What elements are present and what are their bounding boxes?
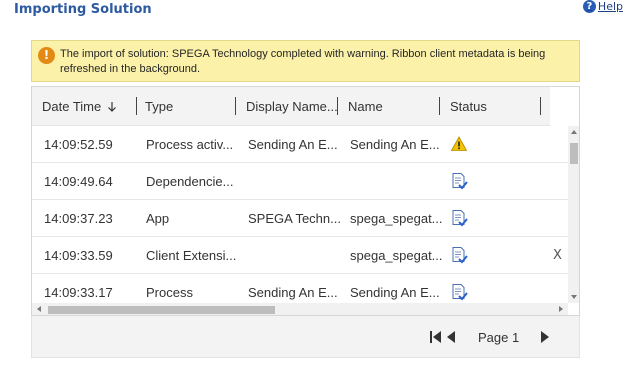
cell-name: spega_spegat...: [350, 211, 443, 226]
previous-page-icon[interactable]: [446, 330, 456, 344]
success-doc-icon[interactable]: [450, 209, 468, 227]
scroll-up-arrow-icon[interactable]: [571, 130, 577, 134]
warning-icon[interactable]: [450, 135, 468, 153]
cell-type: Process: [146, 285, 193, 300]
column-header-display-name[interactable]: Display Name...: [246, 99, 338, 114]
page-indicator: Page 1: [478, 330, 520, 345]
cell-type: App: [146, 211, 170, 226]
table-row[interactable]: 14:09:37.23 App SPEGA Techn... spega_spe…: [32, 200, 568, 237]
cell-date-time: 14:09:33.17: [44, 285, 113, 300]
column-header-status[interactable]: Status: [450, 99, 487, 114]
table-row[interactable]: 14:09:33.59 Client Extensi... spega_speg…: [32, 237, 568, 274]
success-doc-icon[interactable]: [450, 246, 468, 264]
warning-message: The import of solution: SPEGA Technology…: [60, 48, 546, 75]
column-separator[interactable]: [337, 97, 338, 115]
cell-display-name: Sending An E...: [248, 285, 338, 300]
next-page-icon[interactable]: [540, 330, 550, 344]
column-header-type[interactable]: Type: [145, 99, 173, 114]
vertical-scrollbar[interactable]: [568, 126, 579, 303]
cell-type: Dependencie...: [146, 174, 234, 189]
cell-extra: X: [553, 248, 562, 263]
cell-type: Process activ...: [146, 137, 234, 152]
vertical-scroll-thumb[interactable]: [570, 143, 578, 164]
column-separator[interactable]: [540, 97, 541, 115]
cell-type: Client Extensi...: [146, 248, 237, 263]
grid-rows: 14:09:52.59 Process activ... Sending An …: [32, 126, 568, 303]
import-log-grid: Date Time Type Display Name... Name Stat…: [31, 86, 580, 316]
table-row[interactable]: 14:09:52.59 Process activ... Sending An …: [32, 126, 568, 163]
column-header-name[interactable]: Name: [348, 99, 383, 114]
pagination-bar: Page 1: [31, 316, 580, 358]
column-separator[interactable]: [439, 97, 440, 115]
cell-name: spega_spegat...: [350, 248, 443, 263]
table-row[interactable]: 14:09:33.17 Process Sending An E... Send…: [32, 274, 568, 303]
horizontal-scroll-thumb[interactable]: [48, 306, 275, 314]
first-page-icon[interactable]: [430, 330, 442, 344]
cell-date-time: 14:09:52.59: [44, 137, 113, 152]
help-link[interactable]: ? Help: [582, 0, 623, 13]
cell-date-time: 14:09:49.64: [44, 174, 113, 189]
success-doc-icon[interactable]: [450, 283, 468, 301]
help-icon[interactable]: ?: [582, 0, 596, 13]
cell-date-time: 14:09:33.59: [44, 248, 113, 263]
sort-down-icon[interactable]: [107, 101, 117, 112]
help-label[interactable]: Help: [598, 0, 623, 13]
header-filler: [550, 87, 579, 126]
cell-date-time: 14:09:37.23: [44, 211, 113, 226]
scroll-right-arrow-icon[interactable]: [559, 306, 563, 312]
scroll-left-arrow-icon[interactable]: [37, 306, 41, 312]
page-title: Importing Solution: [14, 2, 152, 17]
column-header-date-time[interactable]: Date Time: [42, 99, 117, 114]
cell-display-name: Sending An E...: [248, 137, 338, 152]
horizontal-scrollbar[interactable]: [32, 303, 568, 315]
warning-banner: ! The import of solution: SPEGA Technolo…: [31, 40, 580, 82]
warning-circle-icon: !: [38, 47, 55, 64]
grid-header: Date Time Type Display Name... Name Stat…: [32, 87, 550, 126]
scroll-down-arrow-icon[interactable]: [571, 295, 577, 299]
cell-display-name: SPEGA Techn...: [248, 211, 341, 226]
column-separator[interactable]: [235, 97, 236, 115]
column-separator[interactable]: [136, 97, 137, 115]
cell-name: Sending An E...: [350, 285, 440, 300]
success-doc-icon[interactable]: [450, 172, 468, 190]
cell-name: Sending An E...: [350, 137, 440, 152]
table-row[interactable]: 14:09:49.64 Dependencie...: [32, 163, 568, 200]
